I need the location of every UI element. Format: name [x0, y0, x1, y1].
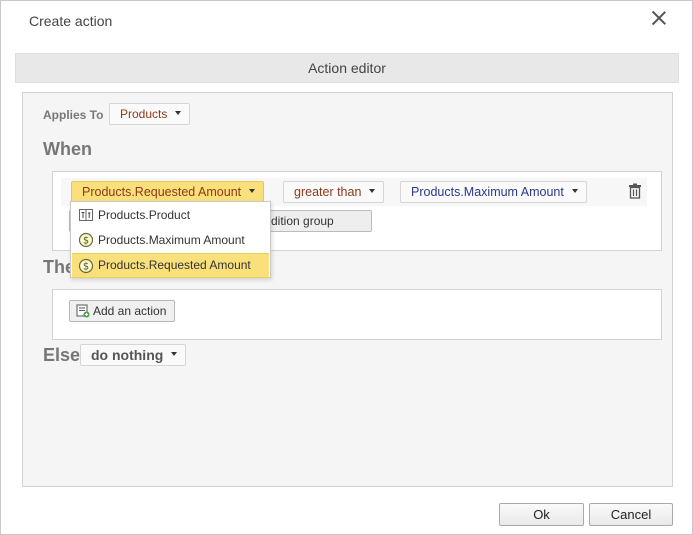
- menu-item-label: Products.Maximum Amount: [98, 233, 245, 247]
- applies-to-dropdown[interactable]: Products: [109, 103, 191, 125]
- currency-icon: $: [78, 258, 94, 274]
- then-action-box: Add an action: [52, 289, 662, 340]
- when-section-title: When: [43, 139, 92, 159]
- add-action-button[interactable]: Add an action: [69, 300, 176, 322]
- svg-text:$: $: [83, 236, 89, 247]
- close-icon[interactable]: [649, 9, 669, 29]
- else-section-title: Else: [43, 345, 81, 365]
- chevron-down-icon: [171, 352, 178, 357]
- add-action-label: Add an action: [93, 304, 167, 318]
- condition-value-dropdown[interactable]: Products.Maximum Amount: [400, 181, 587, 203]
- menu-item-products-requested-amount[interactable]: $ Products.Requested Amount: [72, 253, 269, 278]
- menu-item-products-product[interactable]: Products.Product: [72, 203, 269, 227]
- text-field-icon: [79, 209, 93, 221]
- condition-operator-value: greater than: [294, 185, 362, 199]
- action-editor-header: Action editor: [15, 53, 679, 83]
- chevron-down-icon: [571, 188, 578, 193]
- currency-icon: $: [78, 232, 94, 248]
- else-action-dropdown[interactable]: do nothing: [80, 344, 187, 366]
- field-dropdown-menu: Products.Product $ Products.Maximum Amou…: [70, 201, 271, 278]
- applies-to-label: Applies To: [43, 108, 104, 122]
- trash-icon[interactable]: [628, 183, 642, 199]
- cancel-button[interactable]: Cancel: [589, 503, 673, 526]
- chevron-down-icon: [175, 110, 182, 115]
- title-bar: Create action: [1, 1, 692, 41]
- dialog-title: Create action: [29, 13, 113, 29]
- condition-value-value: Products.Maximum Amount: [411, 185, 564, 199]
- create-action-dialog: Create action Action editor Applies To P…: [0, 0, 693, 535]
- chevron-down-icon: [369, 188, 376, 193]
- chevron-down-icon: [249, 188, 256, 193]
- add-condition-group-button[interactable]: dition group: [261, 210, 372, 232]
- condition-operator-dropdown[interactable]: greater than: [283, 181, 385, 203]
- condition-field-value: Products.Requested Amount: [82, 185, 242, 199]
- menu-item-products-maximum-amount[interactable]: $ Products.Maximum Amount: [72, 228, 269, 252]
- action-editor-panel: Applies To Products When Products.Reques…: [22, 92, 673, 487]
- ok-button[interactable]: Ok: [499, 503, 584, 526]
- applies-to-value: Products: [120, 107, 168, 121]
- menu-item-label: Products.Product: [98, 208, 191, 222]
- add-action-icon: [76, 304, 90, 318]
- else-action-value: do nothing: [91, 347, 164, 363]
- menu-item-label: Products.Requested Amount: [98, 258, 251, 272]
- condition-field-dropdown[interactable]: Products.Requested Amount: [71, 181, 265, 203]
- svg-text:$: $: [83, 262, 89, 273]
